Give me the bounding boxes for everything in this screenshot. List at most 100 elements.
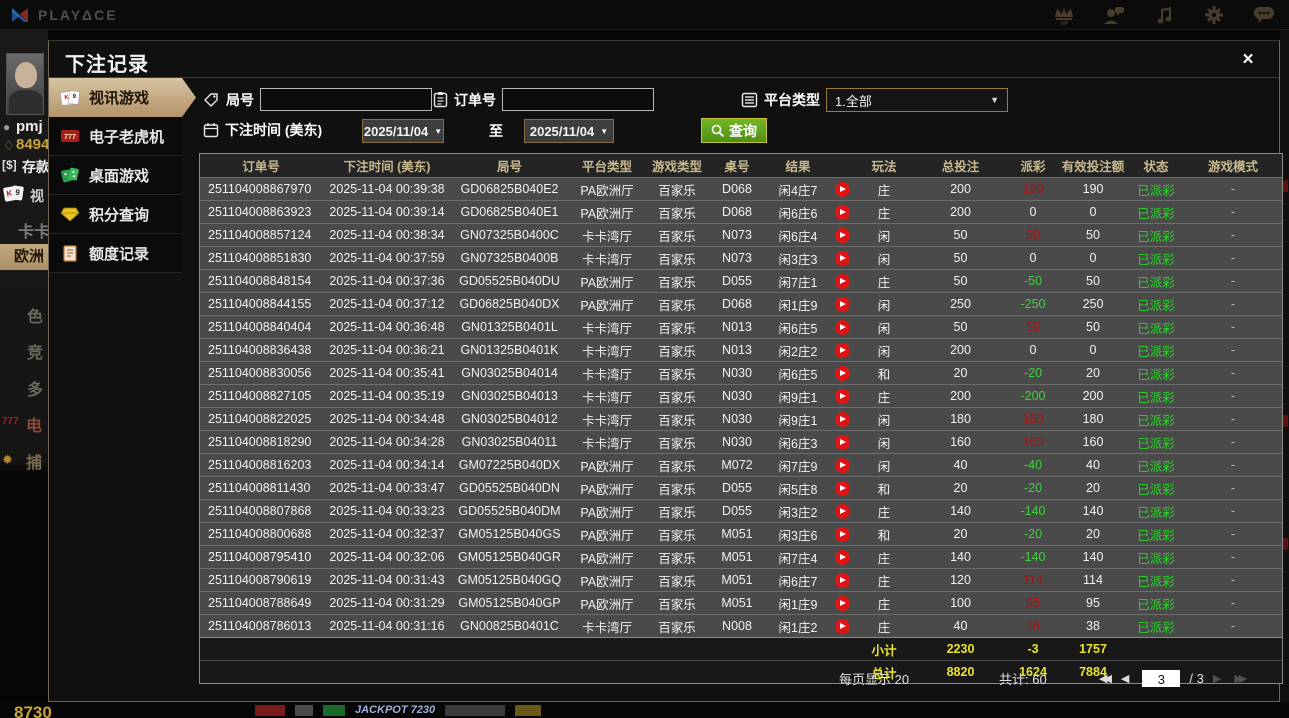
deposit-label[interactable]: 存款: [22, 157, 48, 177]
table-row: 251104008816203 2025-11-04 00:34:14 GM0722…: [200, 453, 1282, 476]
round-number-cell: GN03025B04014: [461, 366, 558, 380]
next-page-icon[interactable]: ▶: [1213, 672, 1225, 685]
replay-cell: [829, 250, 855, 266]
date-to-picker[interactable]: 2025/11/04 ▼: [524, 119, 614, 143]
previous-page-icon[interactable]: ◀: [1121, 672, 1133, 685]
game-mode-cell: -: [1230, 458, 1236, 472]
order-input[interactable]: [502, 88, 654, 111]
close-icon[interactable]: ×: [1237, 49, 1259, 71]
replay-play-icon[interactable]: [834, 365, 850, 381]
search-button[interactable]: 查询: [701, 118, 767, 143]
replay-play-icon[interactable]: [834, 250, 850, 266]
round-number-cell: GM05125B040GR: [458, 550, 561, 564]
order-number-cell: 251104008822025: [208, 412, 312, 426]
result-cell: 闲3庄6: [778, 528, 818, 543]
platform-cell: 卡卡湾厅: [581, 344, 632, 359]
menu-item-slots[interactable]: 777 电子老虎机: [49, 117, 182, 156]
round-number-cell: GM07225B040DX: [458, 458, 561, 472]
replay-play-icon[interactable]: [834, 572, 850, 588]
music-icon[interactable]: [1153, 5, 1175, 25]
table-number-cell: N030: [722, 366, 752, 380]
menu-fragment-bu: 捕: [26, 455, 43, 472]
round-number-cell: GD06825B040E2: [460, 182, 559, 196]
play-type-cell: 闲: [877, 252, 891, 267]
order-number-cell: 251104008790619: [208, 573, 312, 587]
total-bet-cell: 40: [953, 458, 968, 472]
replay-cell: [829, 365, 855, 381]
bet-time-cell: 2025-11-04 00:35:41: [329, 366, 445, 380]
settings-icon[interactable]: [1203, 5, 1225, 25]
game-mode-cell: -: [1230, 573, 1236, 587]
replay-play-icon[interactable]: [834, 342, 850, 358]
table-number-cell: N030: [722, 412, 752, 426]
page-number-input[interactable]: 3: [1142, 669, 1181, 687]
total-bet-cell: 180: [950, 412, 971, 426]
platform-select[interactable]: 1.全部 ▼: [826, 88, 1008, 112]
customer-service-icon[interactable]: [1103, 5, 1125, 25]
result-cell: 闲6庄6: [778, 206, 818, 221]
payout-cell: 50: [1026, 228, 1040, 242]
status-cell: 已派彩: [1137, 597, 1175, 612]
replay-play-icon[interactable]: [834, 204, 850, 220]
column-header: 结果: [785, 160, 811, 174]
menu-fragment-dian: 电: [26, 418, 43, 435]
game-mode-cell: -: [1230, 435, 1236, 449]
bet-time-filter-label: 下注时间 (美东): [225, 122, 323, 138]
payout-cell: 190: [1022, 182, 1044, 196]
replay-play-icon[interactable]: [834, 181, 850, 197]
game-type-cell: 百家乐: [658, 206, 696, 221]
bet-time-cell: 2025-11-04 00:35:19: [329, 389, 445, 403]
date-from-picker[interactable]: 2025/11/04 ▼: [362, 119, 444, 143]
replay-cell: [829, 296, 855, 312]
vip-icon[interactable]: VIP: [1053, 5, 1075, 25]
game-type-cell: 百家乐: [658, 528, 696, 543]
valid-bet-cell: 50: [1086, 228, 1100, 242]
replay-play-icon[interactable]: [834, 480, 850, 496]
first-page-icon[interactable]: ◀◀: [1099, 672, 1112, 685]
replay-play-icon[interactable]: [834, 457, 850, 473]
menu-item-table-games[interactable]: 桌面游戏: [49, 156, 182, 195]
replay-play-icon[interactable]: [834, 227, 850, 243]
game-type-cell: 百家乐: [658, 620, 696, 635]
replay-play-icon[interactable]: [834, 618, 850, 634]
bet-time-cell: 2025-11-04 00:34:48: [329, 412, 445, 426]
status-cell: 已派彩: [1137, 505, 1175, 520]
total-bet-cell: 40: [953, 619, 968, 633]
column-header: 状态: [1143, 160, 1169, 174]
valid-bet-cell: 50: [1086, 274, 1100, 288]
table-body: 251104008867970 2025-11-04 00:39:38 GD0682…: [200, 177, 1282, 637]
payout-cell: 95: [1026, 596, 1040, 610]
result-cell: 闲3庄2: [778, 505, 818, 520]
menu-item-points[interactable]: 积分查询: [49, 195, 182, 234]
replay-play-icon[interactable]: [834, 319, 850, 335]
order-number-cell: 251104008848154: [208, 274, 312, 288]
play-type-cell: 和: [877, 528, 891, 543]
replay-play-icon[interactable]: [834, 526, 850, 542]
round-input[interactable]: [260, 88, 432, 111]
last-page-icon[interactable]: ▶▶: [1234, 672, 1247, 685]
chat-icon[interactable]: [1253, 5, 1275, 25]
balance: 8494: [16, 136, 48, 153]
replay-play-icon[interactable]: [834, 296, 850, 312]
platform-cell: PA欧洲厅: [580, 459, 634, 474]
payout-cell: 0: [1029, 343, 1037, 357]
menu-item-video-games[interactable]: K 9 视讯游戏: [49, 78, 196, 117]
game-type-cell: 百家乐: [658, 459, 696, 474]
replay-play-icon[interactable]: [834, 549, 850, 565]
table-row: 251104008830056 2025-11-04 00:35:41 GN0302…: [200, 361, 1282, 384]
replay-play-icon[interactable]: [834, 595, 850, 611]
order-number-cell: 251104008844155: [208, 297, 312, 311]
payout-cell: 0: [1029, 205, 1037, 219]
valid-bet-cell: 20: [1086, 527, 1100, 541]
play-type-cell: 庄: [877, 620, 891, 635]
replay-play-icon[interactable]: [834, 411, 850, 427]
menu-item-quota-records[interactable]: 额度记录: [49, 234, 182, 273]
total-bet-cell: 20: [953, 481, 968, 495]
replay-play-icon[interactable]: [834, 273, 850, 289]
fish-mini-icon: ✹: [2, 452, 13, 467]
replay-play-icon[interactable]: [834, 503, 850, 519]
replay-play-icon[interactable]: [834, 434, 850, 450]
valid-bet-cell: 140: [1082, 550, 1104, 564]
page-total-label: / 3: [1189, 670, 1204, 686]
replay-play-icon[interactable]: [834, 388, 850, 404]
